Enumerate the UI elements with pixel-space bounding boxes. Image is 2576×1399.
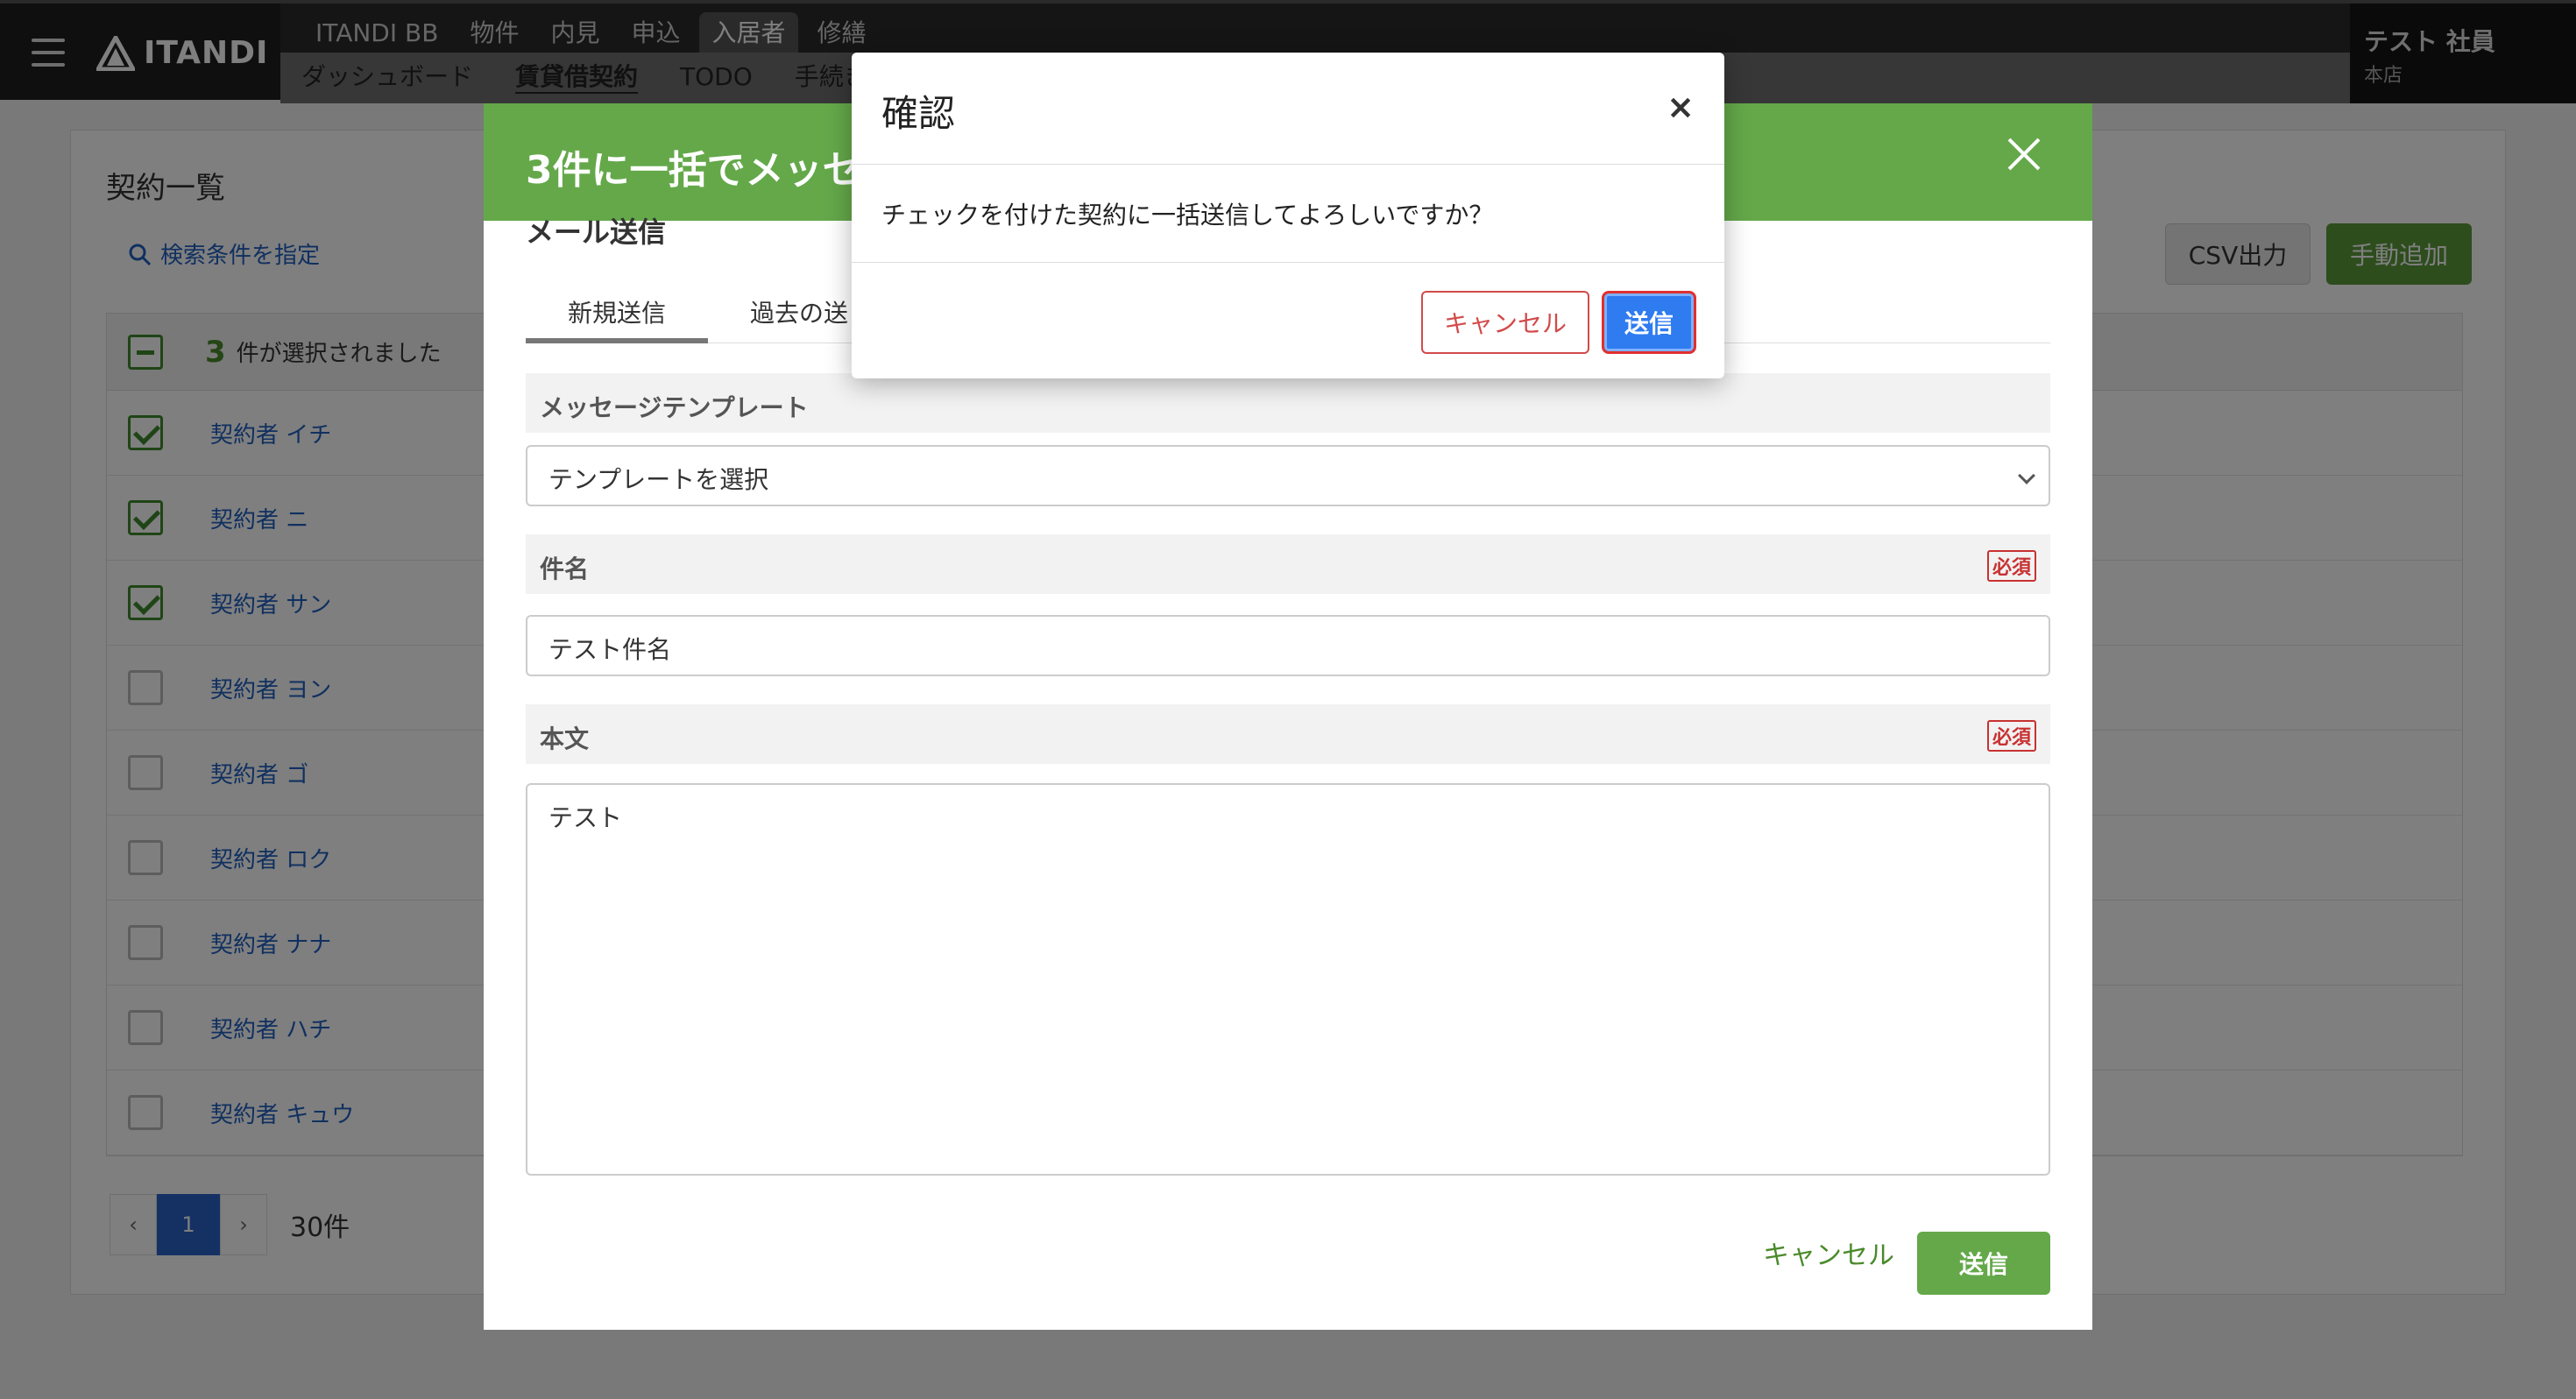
body-label: 本文 必須 <box>526 704 2050 764</box>
confirm-cancel-button[interactable]: キャンセル <box>1421 291 1589 354</box>
close-icon[interactable] <box>2006 137 2042 172</box>
subject-label-text: 件名 <box>540 555 590 583</box>
subject-input[interactable]: テスト件名 <box>526 615 2050 676</box>
bulk-cancel-button[interactable]: キャンセル <box>1763 1233 1894 1272</box>
tab-new-send[interactable]: 新規送信 <box>526 280 709 343</box>
confirm-title: 確認 <box>881 92 956 135</box>
subject-input-value: テスト件名 <box>548 635 672 664</box>
close-icon[interactable]: × <box>1667 88 1695 126</box>
confirm-message: チェックを付けた契約に一括送信してよろしいですか？ <box>852 165 1724 263</box>
confirm-dialog: 確認 × チェックを付けた契約に一括送信してよろしいですか？ キャンセル 送信 <box>852 53 1724 378</box>
required-badge: 必須 <box>1986 720 2036 752</box>
mail-section-title: メール送信 <box>526 216 667 249</box>
body-textarea[interactable]: テスト <box>526 783 2050 1176</box>
template-select-value: テンプレートを選択 <box>548 465 769 494</box>
confirm-footer: キャンセル 送信 <box>852 263 1724 377</box>
template-label-text: メッセージテンプレート <box>540 393 809 422</box>
template-select[interactable]: テンプレートを選択 <box>526 445 2050 506</box>
confirm-header: 確認 × <box>852 53 1724 165</box>
chevron-down-icon <box>2018 467 2035 484</box>
required-badge: 必須 <box>1986 550 2036 582</box>
bulk-modal-title: 3件に一括でメッセー <box>526 148 900 193</box>
bulk-send-button[interactable]: 送信 <box>1917 1232 2050 1295</box>
body-textarea-value: テスト <box>548 803 623 832</box>
template-label: メッセージテンプレート <box>526 373 2050 433</box>
body-label-text: 本文 <box>540 724 590 753</box>
subject-label: 件名 必須 <box>526 534 2050 594</box>
confirm-send-button[interactable]: 送信 <box>1602 291 1696 354</box>
